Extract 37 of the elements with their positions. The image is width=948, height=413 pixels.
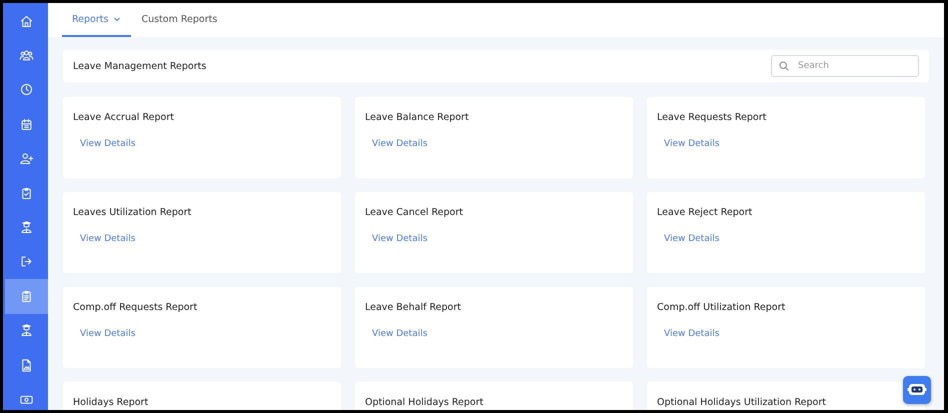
card-title: Optional Holidays Utilization Report (657, 397, 826, 408)
search-field[interactable]: Search (771, 55, 919, 77)
page-title: Leave Management Reports (73, 60, 206, 72)
card-title: Leave Cancel Report (365, 207, 463, 218)
card-title: Leave Reject Report (657, 207, 752, 218)
users-icon (19, 48, 34, 64)
tab[interactable]: Reports (62, 3, 132, 37)
view-details-link[interactable]: View Details (372, 234, 428, 244)
card-title: Leave Requests Report (657, 112, 766, 123)
card-title: Leave Accrual Report (73, 112, 174, 123)
view-details-link[interactable]: View Details (664, 329, 720, 339)
view-details-link[interactable]: View Details (372, 329, 428, 339)
calendar-icon (19, 116, 34, 132)
tab[interactable]: Custom Reports (131, 3, 228, 37)
card-title: Comp.off Requests Report (73, 302, 198, 313)
student-icon (19, 323, 34, 338)
view-details-link[interactable]: View Details (664, 139, 720, 149)
view-details-link[interactable]: View Details (80, 234, 136, 244)
view-details-link[interactable]: View Details (664, 234, 720, 244)
card-title: Holidays Report (73, 397, 148, 408)
view-details-link[interactable]: View Details (372, 139, 428, 149)
user-plus-icon (19, 151, 34, 166)
card-title: Comp.off Utilization Report (657, 302, 786, 313)
card-title: Leave Behalf Report (365, 302, 461, 313)
robot-icon (907, 382, 927, 398)
sidebar-item[interactable] (5, 279, 48, 314)
card-title: Optional Holidays Report (365, 397, 484, 408)
student-icon (19, 220, 34, 236)
view-details-link[interactable]: View Details (80, 329, 136, 339)
view-details-link[interactable]: View Details (80, 139, 136, 149)
card-title: Leave Balance Report (365, 112, 469, 123)
search-icon (779, 61, 789, 71)
clock-icon (19, 82, 34, 98)
exit-icon (19, 254, 34, 270)
home-icon (19, 14, 34, 29)
chatbot-button[interactable] (903, 376, 931, 404)
card-title: Leaves Utilization Report (73, 207, 192, 218)
